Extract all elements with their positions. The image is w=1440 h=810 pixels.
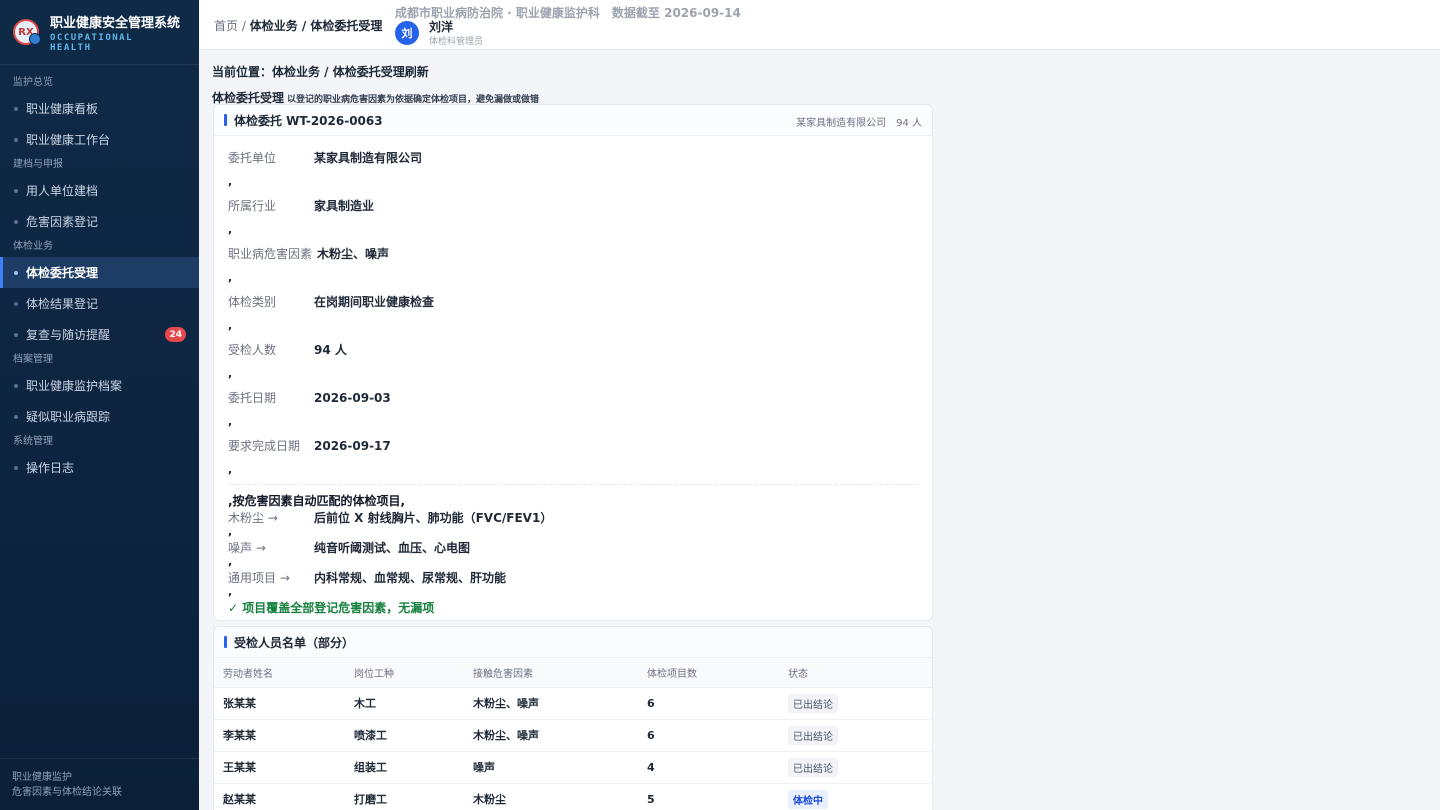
topbar: 首页 / 体检业务 / 体检委托受理 成都市职业病防治院 · 职业健康监护科 数… — [199, 0, 1440, 50]
field-headcount: 受检人数 94 人 — [228, 343, 347, 357]
sidebar-item-hazard-registration[interactable]: 危害因素登记 — [0, 206, 199, 237]
table-row[interactable]: 李某某 喷漆工 木粉尘、噪声 6 已出结论 — [214, 719, 932, 752]
page-location: 当前位置：体检业务 / 体检委托受理刷新 — [212, 65, 429, 79]
user-role: 体检科管理员 — [429, 37, 484, 47]
col-header[interactable]: 状态 — [788, 658, 932, 688]
sidebar-item-exam-order[interactable]: 体检委托受理 — [0, 257, 199, 288]
match-title: ,按危害因素自动匹配的体检项目, — [228, 494, 406, 508]
sidebar: RX 职业健康安全管理系统 OCCUPATIONAL HEALTH 监护总览 职… — [0, 0, 199, 810]
order-title: 体检委托 WT-2026-0063 — [234, 113, 383, 128]
sidebar-item-suspected-disease[interactable]: 疑似职业病跟踪 — [0, 401, 199, 432]
nav-group-title: 体检业务 — [13, 241, 53, 252]
count-badge: 24 — [165, 327, 186, 342]
field-due-date: 要求完成日期 2026-09-17 — [228, 439, 391, 453]
breadcrumb-current: 体检业务 / 体检委托受理 — [249, 19, 383, 33]
brand[interactable]: RX 职业健康安全管理系统 OCCUPATIONAL HEALTH — [0, 0, 199, 65]
nav-group-title: 系统管理 — [13, 436, 53, 447]
table-header-row: 劳动者姓名 岗位工种 接触危害因素 体检项目数 状态 — [214, 658, 932, 688]
logo-icon: RX — [13, 19, 41, 45]
field-hazards: 职业病危害因素 木粉尘、噪声 — [228, 247, 390, 261]
table-row[interactable]: 王某某 组装工 噪声 4 已出结论 — [214, 751, 932, 784]
status-badge: 已出结论 — [788, 725, 838, 745]
match-row: 通用项目 → 内科常规、血常规、尿常规、肝功能 — [228, 571, 507, 585]
divider — [228, 484, 918, 485]
sidebar-footer: 职业健康监护 危害因素与体检结论关联 — [0, 758, 199, 810]
brand-subtitle: OCCUPATIONAL HEALTH — [50, 32, 134, 53]
sidebar-item-operation-log[interactable]: 操作日志 — [0, 452, 199, 483]
sidebar-item-employer-records[interactable]: 用人单位建档 — [0, 175, 199, 206]
field-industry: 所属行业 家具制造业 — [228, 199, 375, 213]
order-card: 体检委托 WT-2026-0063 某家具制造有限公司 94 人 委托单位 某家具… — [213, 104, 933, 621]
nav-group-title: 建档与申报 — [13, 159, 63, 170]
brand-title: 职业健康安全管理系统 — [50, 15, 181, 31]
breadcrumb-home-link[interactable]: 首页 — [214, 19, 238, 33]
match-row: 木粉尘 → 后前位 X 射线胸片、肺功能（FVC/FEV1） — [228, 511, 553, 525]
sidebar-item-health-archive[interactable]: 职业健康监护档案 — [0, 370, 199, 401]
col-header[interactable]: 岗位工种 — [354, 658, 473, 688]
status-badge: 体检中 — [788, 789, 828, 809]
sidebar-item-followup[interactable]: 复查与随访提醒 24 — [0, 319, 199, 350]
avatar[interactable]: 刘 — [395, 21, 419, 45]
order-card-header: 体检委托 WT-2026-0063 某家具制造有限公司 94 人 — [214, 105, 932, 136]
col-header[interactable]: 体检项目数 — [647, 658, 788, 688]
field-exam-type: 体检类别 在岗期间职业健康检查 — [228, 295, 435, 309]
roster-title: 受检人员名单（部分） — [234, 635, 355, 650]
nav-group-title: 监护总览 — [13, 77, 53, 88]
field-client: 委托单位 某家具制造有限公司 — [228, 151, 423, 165]
sidebar-item-exam-results[interactable]: 体检结果登记 — [0, 288, 199, 319]
col-header[interactable]: 接触危害因素 — [473, 658, 647, 688]
sidebar-item-dashboard[interactable]: 职业健康看板 — [0, 93, 199, 124]
order-meta: 某家具制造有限公司 94 人 — [796, 118, 922, 129]
sidebar-item-workbench[interactable]: 职业健康工作台 — [0, 124, 199, 155]
roster-card-header: 受检人员名单（部分） — [214, 627, 932, 658]
table-row[interactable]: 张某某 木工 木粉尘、噪声 6 已出结论 — [214, 687, 932, 720]
breadcrumb: 首页 / 体检业务 / 体检委托受理 — [214, 19, 383, 33]
user-name[interactable]: 刘洋 — [429, 18, 453, 35]
field-order-date: 委托日期 2026-09-03 — [228, 391, 391, 405]
roster-card: 受检人员名单（部分） 劳动者姓名 岗位工种 接触危害因素 体检项目数 状态 张某… — [213, 626, 933, 810]
coverage-status: ✓ 项目覆盖全部登记危害因素，无漏项 — [228, 601, 435, 615]
status-badge: 已出结论 — [788, 693, 838, 713]
nav-group-title: 档案管理 — [13, 354, 53, 365]
roster-table: 劳动者姓名 岗位工种 接触危害因素 体检项目数 状态 张某某 木工 木粉尘、噪声… — [214, 658, 932, 810]
match-row: 噪声 → 纯音听阈测试、血压、心电图 — [228, 541, 471, 555]
table-row[interactable]: 赵某某 打磨工 木粉尘 5 体检中 — [214, 783, 932, 810]
col-header[interactable]: 劳动者姓名 — [214, 658, 354, 688]
accent-bar — [224, 114, 227, 126]
accent-bar — [224, 636, 227, 648]
status-badge: 已出结论 — [788, 757, 838, 777]
